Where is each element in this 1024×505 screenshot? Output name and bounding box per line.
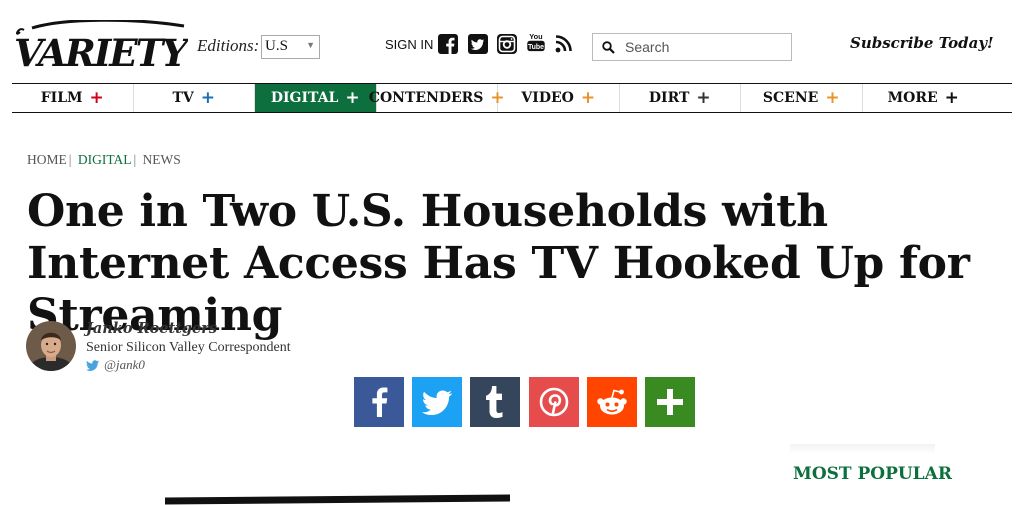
edition-value: U.S (265, 38, 288, 54)
search-icon (602, 41, 615, 54)
tumblr-icon (486, 386, 503, 418)
article-title: One in Two U.S. Households with Internet… (27, 186, 970, 341)
nav-item-tv[interactable]: TV + (134, 84, 255, 112)
facebook-icon (372, 387, 388, 417)
editions-label: Editions: (197, 36, 260, 55)
nav-item-label: VIDEO (521, 90, 574, 106)
search-box[interactable] (592, 33, 792, 61)
breadcrumb: HOME | DIGITAL | NEWS (27, 152, 181, 168)
nav-item-label: DIRT (648, 90, 690, 106)
nav-item-scene[interactable]: SCENE + (741, 84, 863, 112)
pinterest-icon (539, 387, 569, 417)
nav-item-more[interactable]: MORE + (863, 84, 985, 112)
breadcrumb-digital[interactable]: DIGITAL (78, 152, 132, 167)
author-twitter[interactable]: @jank0 (86, 357, 145, 373)
plus-icon: + (200, 87, 216, 108)
search-input[interactable] (623, 38, 787, 56)
nav-item-video[interactable]: VIDEO + (498, 84, 620, 112)
share-more-button[interactable] (645, 377, 695, 427)
logo-text: VARIETY (14, 31, 188, 75)
most-popular-divider (790, 444, 935, 454)
main-nav: FILM + TV + DIGITAL + CONTENDERS + VIDEO… (12, 83, 1012, 113)
rss-icon[interactable] (555, 34, 573, 54)
share-tumblr-button[interactable] (470, 377, 520, 427)
most-popular-heading: MOST POPULAR (793, 464, 952, 484)
plus-icon: + (580, 87, 596, 108)
subscribe-link[interactable]: Subscribe Today! (850, 34, 994, 52)
sign-in-link[interactable]: SIGN IN (385, 37, 433, 52)
nav-item-film[interactable]: FILM + (12, 84, 134, 112)
nav-item-digital[interactable]: DIGITAL + (255, 84, 377, 112)
twitter-icon[interactable] (468, 34, 488, 54)
nav-item-label: MORE (887, 90, 938, 106)
breadcrumb-news[interactable]: NEWS (143, 152, 181, 167)
author-title: Senior Silicon Valley Correspondent (86, 340, 291, 355)
share-facebook-button[interactable] (354, 377, 404, 427)
share-twitter-button[interactable] (412, 377, 462, 427)
breadcrumb-home[interactable]: HOME (27, 152, 67, 167)
instagram-icon[interactable] (497, 34, 517, 54)
author-name[interactable]: Janko Roettgers (86, 320, 217, 337)
nav-item-label: CONTENDERS (368, 90, 484, 106)
nav-item-label: DIGITAL (270, 90, 339, 106)
share-reddit-button[interactable] (587, 377, 637, 427)
author-twitter-handle: @jank0 (104, 357, 145, 372)
twitter-bird-icon (86, 360, 99, 371)
nav-item-contenders[interactable]: CONTENDERS + (369, 84, 505, 112)
plus-icon: + (345, 87, 360, 108)
breadcrumb-separator: | (133, 152, 137, 167)
twitter-icon (422, 390, 452, 415)
hero-image-edge (165, 494, 510, 505)
nav-item-label: SCENE (762, 90, 819, 106)
edition-select[interactable]: U.S ▼ (261, 35, 320, 59)
nav-item-label: TV (172, 90, 194, 106)
youtube-icon[interactable]: You Tube (526, 32, 546, 52)
variety-logo[interactable]: VARIETY (14, 20, 188, 76)
facebook-icon[interactable] (438, 34, 458, 54)
author-avatar[interactable] (26, 321, 76, 371)
plus-icon: + (696, 87, 711, 108)
plus-icon: + (944, 87, 959, 108)
plus-icon: + (825, 87, 840, 108)
youtube-you-text: You (529, 32, 543, 41)
nav-item-dirt[interactable]: DIRT + (620, 84, 741, 112)
reddit-icon (597, 389, 627, 415)
chevron-down-icon: ▼ (306, 40, 315, 50)
plus-icon: + (89, 87, 104, 108)
breadcrumb-separator: | (68, 152, 72, 167)
share-pinterest-button[interactable] (529, 377, 579, 427)
plus-icon (657, 389, 683, 415)
youtube-tube-text: Tube (528, 44, 544, 51)
nav-item-label: FILM (40, 90, 83, 106)
